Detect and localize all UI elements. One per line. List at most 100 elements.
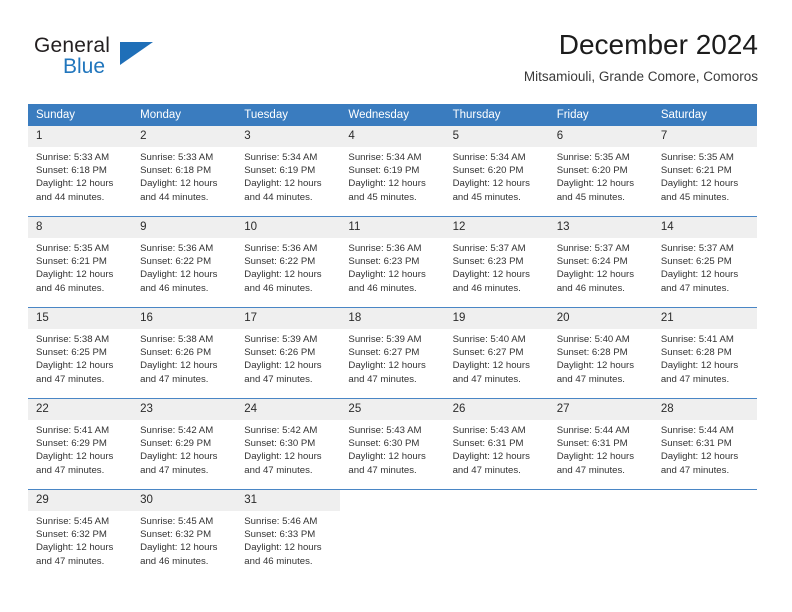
brand-logo[interactable]: General Blue	[34, 34, 214, 90]
daylight-text-line1: Daylight: 12 hours	[556, 451, 635, 463]
calendar-day-cell[interactable]: 3 Sunrise: 5:34 AM Sunset: 6:19 PM Daylight…	[236, 126, 341, 217]
sunrise-text: Sunrise: 5:38 AM	[140, 334, 214, 345]
calendar-day-cell[interactable]: 18 Sunrise: 5:39 AM Sunset: 6:27 PM Dayligh…	[340, 307, 445, 399]
sunset-text: Sunset: 6:25 PM	[660, 256, 732, 268]
sunset-text: Sunset: 6:30 PM	[348, 438, 420, 450]
calendar-day-cell[interactable]: 31 Sunrise: 5:46 AM Sunset: 6:33 PM Dayligh…	[236, 489, 341, 580]
calendar-day-cell[interactable]: 25 Sunrise: 5:43 AM Sunset: 6:30 PM Dayligh…	[340, 398, 445, 490]
daylight-text-line2: and 47 minutes.	[660, 373, 730, 385]
sunset-text: Sunset: 6:26 PM	[140, 347, 212, 359]
sunset-text: Sunset: 6:28 PM	[556, 347, 628, 359]
daylight-text-line1: Daylight: 12 hours	[244, 269, 322, 281]
day-number	[653, 490, 757, 511]
day-number: 23	[132, 399, 237, 420]
calendar-day-cell[interactable]: 24 Sunrise: 5:42 AM Sunset: 6:30 PM Dayligh…	[236, 398, 341, 490]
day-details: Sunrise: 5:35 AM Sunset: 6:21 PM Daylight:…	[28, 238, 132, 295]
calendar-day-cell[interactable]: 1 Sunrise: 5:33 AM Sunset: 6:18 PM Daylight…	[28, 126, 133, 217]
day-number	[549, 490, 653, 511]
calendar-day-cell[interactable]: 14 Sunrise: 5:37 AM Sunset: 6:25 PM Dayligh…	[652, 216, 757, 308]
daylight-text-line2: and 47 minutes.	[36, 373, 105, 385]
daylight-text-line1: Daylight: 12 hours	[660, 360, 739, 372]
calendar-day-cell[interactable]: 8 Sunrise: 5:35 AM Sunset: 6:21 PM Daylight…	[28, 216, 133, 308]
calendar-day-cell[interactable]: 22 Sunrise: 5:41 AM Sunset: 6:29 PM Dayligh…	[28, 398, 133, 490]
daylight-text-line1: Daylight: 12 hours	[556, 360, 635, 372]
calendar-day-cell[interactable]: 26 Sunrise: 5:43 AM Sunset: 6:31 PM Dayligh…	[444, 398, 549, 490]
day-number: 19	[444, 308, 549, 329]
daylight-text-line2: and 47 minutes.	[660, 282, 730, 294]
calendar-day-cell[interactable]: 21 Sunrise: 5:41 AM Sunset: 6:28 PM Dayligh…	[652, 307, 757, 399]
daylight-text-line1: Daylight: 12 hours	[244, 542, 322, 554]
day-number: 20	[548, 308, 653, 329]
sunrise-text: Sunrise: 5:36 AM	[140, 243, 214, 254]
sunrise-text: Sunrise: 5:44 AM	[660, 425, 734, 436]
day-number	[340, 490, 444, 511]
calendar-day-cell[interactable]: 16 Sunrise: 5:38 AM Sunset: 6:26 PM Dayligh…	[132, 307, 237, 399]
daylight-text-line1: Daylight: 12 hours	[452, 451, 530, 463]
calendar-day-cell[interactable]: 9 Sunrise: 5:36 AM Sunset: 6:22 PM Daylight…	[132, 216, 237, 308]
day-number: 28	[652, 399, 757, 420]
calendar-day-cell[interactable]: 17 Sunrise: 5:39 AM Sunset: 6:26 PM Dayligh…	[236, 307, 341, 399]
calendar-day-cell[interactable]: 6 Sunrise: 5:35 AM Sunset: 6:20 PM Daylight…	[548, 126, 653, 217]
calendar-day-cell[interactable]: 5 Sunrise: 5:34 AM Sunset: 6:20 PM Daylight…	[444, 126, 549, 217]
triangle-icon	[120, 42, 153, 65]
day-number: 24	[236, 399, 341, 420]
calendar-day-cell[interactable]: 13 Sunrise: 5:37 AM Sunset: 6:24 PM Dayligh…	[548, 216, 653, 308]
sunset-text: Sunset: 6:19 PM	[348, 165, 420, 177]
calendar-day-cell[interactable]: 2 Sunrise: 5:33 AM Sunset: 6:18 PM Daylight…	[132, 126, 237, 217]
day-number: 10	[236, 217, 341, 238]
calendar-day-cell[interactable]: 23 Sunrise: 5:42 AM Sunset: 6:29 PM Dayligh…	[132, 398, 237, 490]
brand-name-blue: Blue	[63, 55, 106, 78]
calendar-week-row: 15 Sunrise: 5:38 AM Sunset: 6:25 PM Dayligh…	[28, 307, 757, 399]
daylight-text-line2: and 46 minutes.	[36, 282, 105, 294]
sunset-text: Sunset: 6:33 PM	[244, 529, 316, 541]
calendar-day-cell[interactable]: 28 Sunrise: 5:44 AM Sunset: 6:31 PM Dayligh…	[652, 398, 757, 490]
calendar-day-cell[interactable]: 7 Sunrise: 5:35 AM Sunset: 6:21 PM Daylight…	[652, 126, 757, 217]
day-details: Sunrise: 5:36 AM Sunset: 6:23 PM Daylight:…	[340, 238, 444, 295]
calendar-day-cell[interactable]: 30 Sunrise: 5:45 AM Sunset: 6:32 PM Dayligh…	[132, 489, 237, 580]
calendar-empty-cell	[340, 489, 445, 580]
day-details: Sunrise: 5:42 AM Sunset: 6:29 PM Daylight:…	[132, 420, 236, 477]
sunset-text: Sunset: 6:31 PM	[556, 438, 628, 450]
daylight-text-line2: and 47 minutes.	[244, 464, 313, 476]
day-details: Sunrise: 5:34 AM Sunset: 6:20 PM Daylight:…	[445, 147, 549, 204]
calendar-day-cell[interactable]: 12 Sunrise: 5:37 AM Sunset: 6:23 PM Dayligh…	[444, 216, 549, 308]
sunrise-text: Sunrise: 5:34 AM	[348, 152, 422, 163]
sunset-text: Sunset: 6:28 PM	[660, 347, 732, 359]
day-number: 5	[444, 126, 549, 147]
day-number: 12	[444, 217, 549, 238]
sunrise-text: Sunrise: 5:39 AM	[244, 334, 318, 345]
daylight-text-line1: Daylight: 12 hours	[452, 178, 530, 190]
sunset-text: Sunset: 6:18 PM	[36, 165, 107, 177]
sunrise-text: Sunrise: 5:35 AM	[36, 243, 110, 254]
day-number: 27	[548, 399, 653, 420]
calendar-day-cell[interactable]: 20 Sunrise: 5:40 AM Sunset: 6:28 PM Dayligh…	[548, 307, 653, 399]
sunset-text: Sunset: 6:29 PM	[36, 438, 107, 450]
daylight-text-line1: Daylight: 12 hours	[348, 360, 426, 372]
calendar-empty-cell	[548, 489, 653, 580]
day-details: Sunrise: 5:46 AM Sunset: 6:33 PM Daylight:…	[236, 511, 340, 568]
daylight-text-line2: and 47 minutes.	[348, 464, 417, 476]
day-details: Sunrise: 5:33 AM Sunset: 6:18 PM Daylight:…	[132, 147, 236, 204]
calendar-day-cell[interactable]: 15 Sunrise: 5:38 AM Sunset: 6:25 PM Dayligh…	[28, 307, 133, 399]
daylight-text-line2: and 47 minutes.	[140, 373, 209, 385]
daylight-text-line2: and 45 minutes.	[452, 191, 521, 203]
day-number: 9	[132, 217, 237, 238]
sunrise-text: Sunrise: 5:37 AM	[556, 243, 630, 254]
sunset-text: Sunset: 6:20 PM	[556, 165, 628, 177]
calendar-header-row: Sunday Monday Tuesday Wednesday Thursday…	[28, 104, 757, 126]
day-number: 30	[132, 490, 237, 511]
calendar-week-row: 8 Sunrise: 5:35 AM Sunset: 6:21 PM Daylight…	[28, 216, 757, 308]
daylight-text-line1: Daylight: 12 hours	[140, 451, 218, 463]
calendar-day-cell[interactable]: 11 Sunrise: 5:36 AM Sunset: 6:23 PM Dayligh…	[340, 216, 445, 308]
calendar-empty-cell	[444, 489, 549, 580]
calendar-day-cell[interactable]: 4 Sunrise: 5:34 AM Sunset: 6:19 PM Daylight…	[340, 126, 445, 217]
calendar-day-cell[interactable]: 29 Sunrise: 5:45 AM Sunset: 6:32 PM Dayligh…	[28, 489, 133, 580]
calendar-day-cell[interactable]: 10 Sunrise: 5:36 AM Sunset: 6:22 PM Dayligh…	[236, 216, 341, 308]
sunset-text: Sunset: 6:21 PM	[36, 256, 107, 268]
weekday-header-monday: Monday	[132, 104, 237, 126]
calendar-week-row: 1 Sunrise: 5:33 AM Sunset: 6:18 PM Daylight…	[28, 126, 757, 217]
calendar-day-cell[interactable]: 27 Sunrise: 5:44 AM Sunset: 6:31 PM Dayligh…	[548, 398, 653, 490]
day-details: Sunrise: 5:36 AM Sunset: 6:22 PM Daylight:…	[236, 238, 340, 295]
calendar-day-cell[interactable]: 19 Sunrise: 5:40 AM Sunset: 6:27 PM Dayligh…	[444, 307, 549, 399]
daylight-text-line1: Daylight: 12 hours	[36, 360, 114, 372]
